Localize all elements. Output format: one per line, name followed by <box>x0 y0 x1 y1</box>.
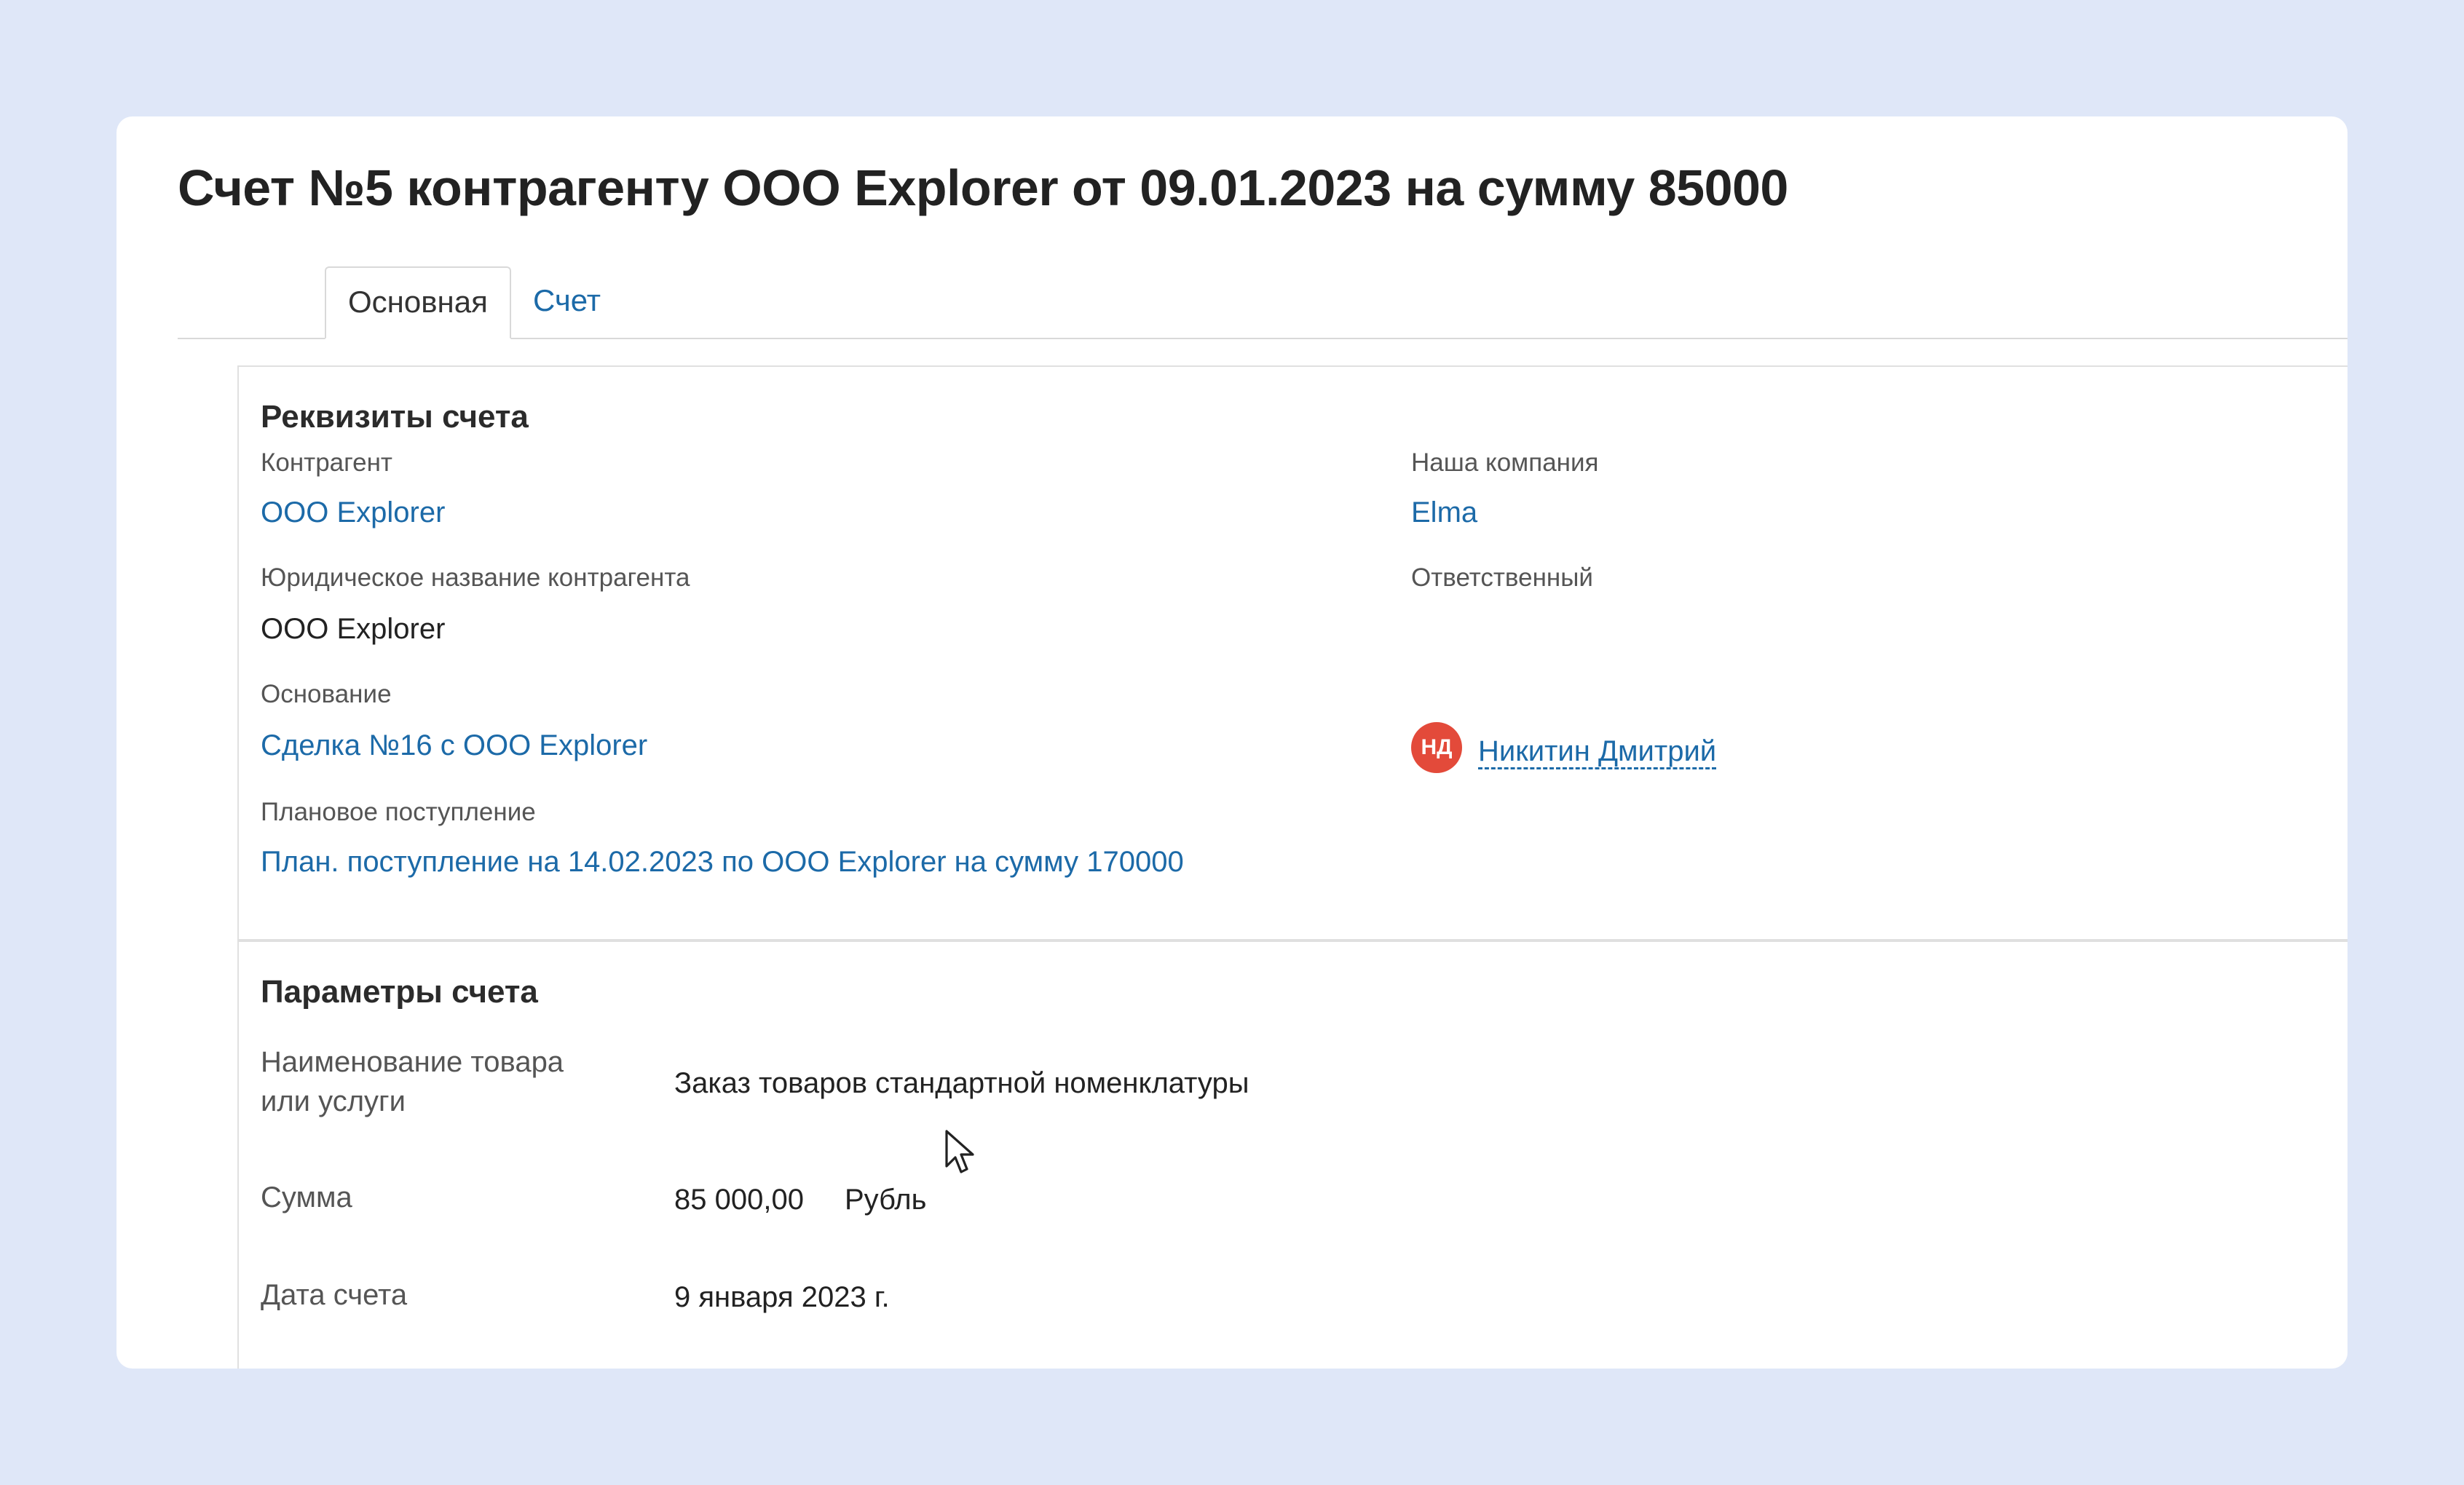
basis-link[interactable]: Сделка №16 с ООО Explorer <box>261 729 647 762</box>
page-title: Счет №5 контрагенту ООО Explorer от 09.0… <box>178 159 1788 216</box>
our-company-link[interactable]: Elma <box>1411 496 1477 529</box>
date-label: Дата счета <box>261 1279 408 1311</box>
product-label-line2: или услуги <box>261 1085 406 1117</box>
responsible-label: Ответственный <box>1411 563 1593 592</box>
params-section-title: Параметры счета <box>261 974 538 1010</box>
responsible-user-link[interactable]: Никитин Дмитрий <box>1478 735 1717 769</box>
counterparty-label: Контрагент <box>261 448 392 477</box>
product-label-line1: Наименование товара <box>261 1046 564 1078</box>
tab-invoice[interactable]: Счет <box>511 266 623 336</box>
sum-label: Сумма <box>261 1181 352 1213</box>
planned-receipt-label: Плановое поступление <box>261 798 536 826</box>
details-section-title: Реквизиты счета <box>261 399 529 435</box>
product-value: Заказ товаров стандартной номенклатуры <box>674 1067 1249 1099</box>
counterparty-link[interactable]: ООО Explorer <box>261 496 445 529</box>
tab-bar: Основная Счет <box>178 266 2347 339</box>
invoice-window: Счет №5 контрагенту ООО Explorer от 09.0… <box>117 116 2347 1369</box>
mouse-cursor-icon <box>945 1130 974 1173</box>
our-company-label: Наша компания <box>1411 448 1599 477</box>
legal-name-label: Юридическое название контрагента <box>261 563 690 592</box>
basis-label: Основание <box>261 680 392 708</box>
date-value: 9 января 2023 г. <box>674 1281 890 1313</box>
legal-name-value: ООО Explorer <box>261 613 446 645</box>
planned-receipt-link[interactable]: План. поступление на 14.02.2023 по ООО E… <box>261 846 1184 879</box>
params-panel <box>237 940 2347 1369</box>
sum-value: 85 000,00 <box>674 1184 804 1216</box>
avatar[interactable]: НД <box>1411 722 1462 773</box>
tab-main[interactable]: Основная <box>325 266 511 339</box>
product-label: Наименование товара или услуги <box>261 1042 564 1121</box>
currency-link[interactable]: Рубль <box>845 1184 926 1216</box>
